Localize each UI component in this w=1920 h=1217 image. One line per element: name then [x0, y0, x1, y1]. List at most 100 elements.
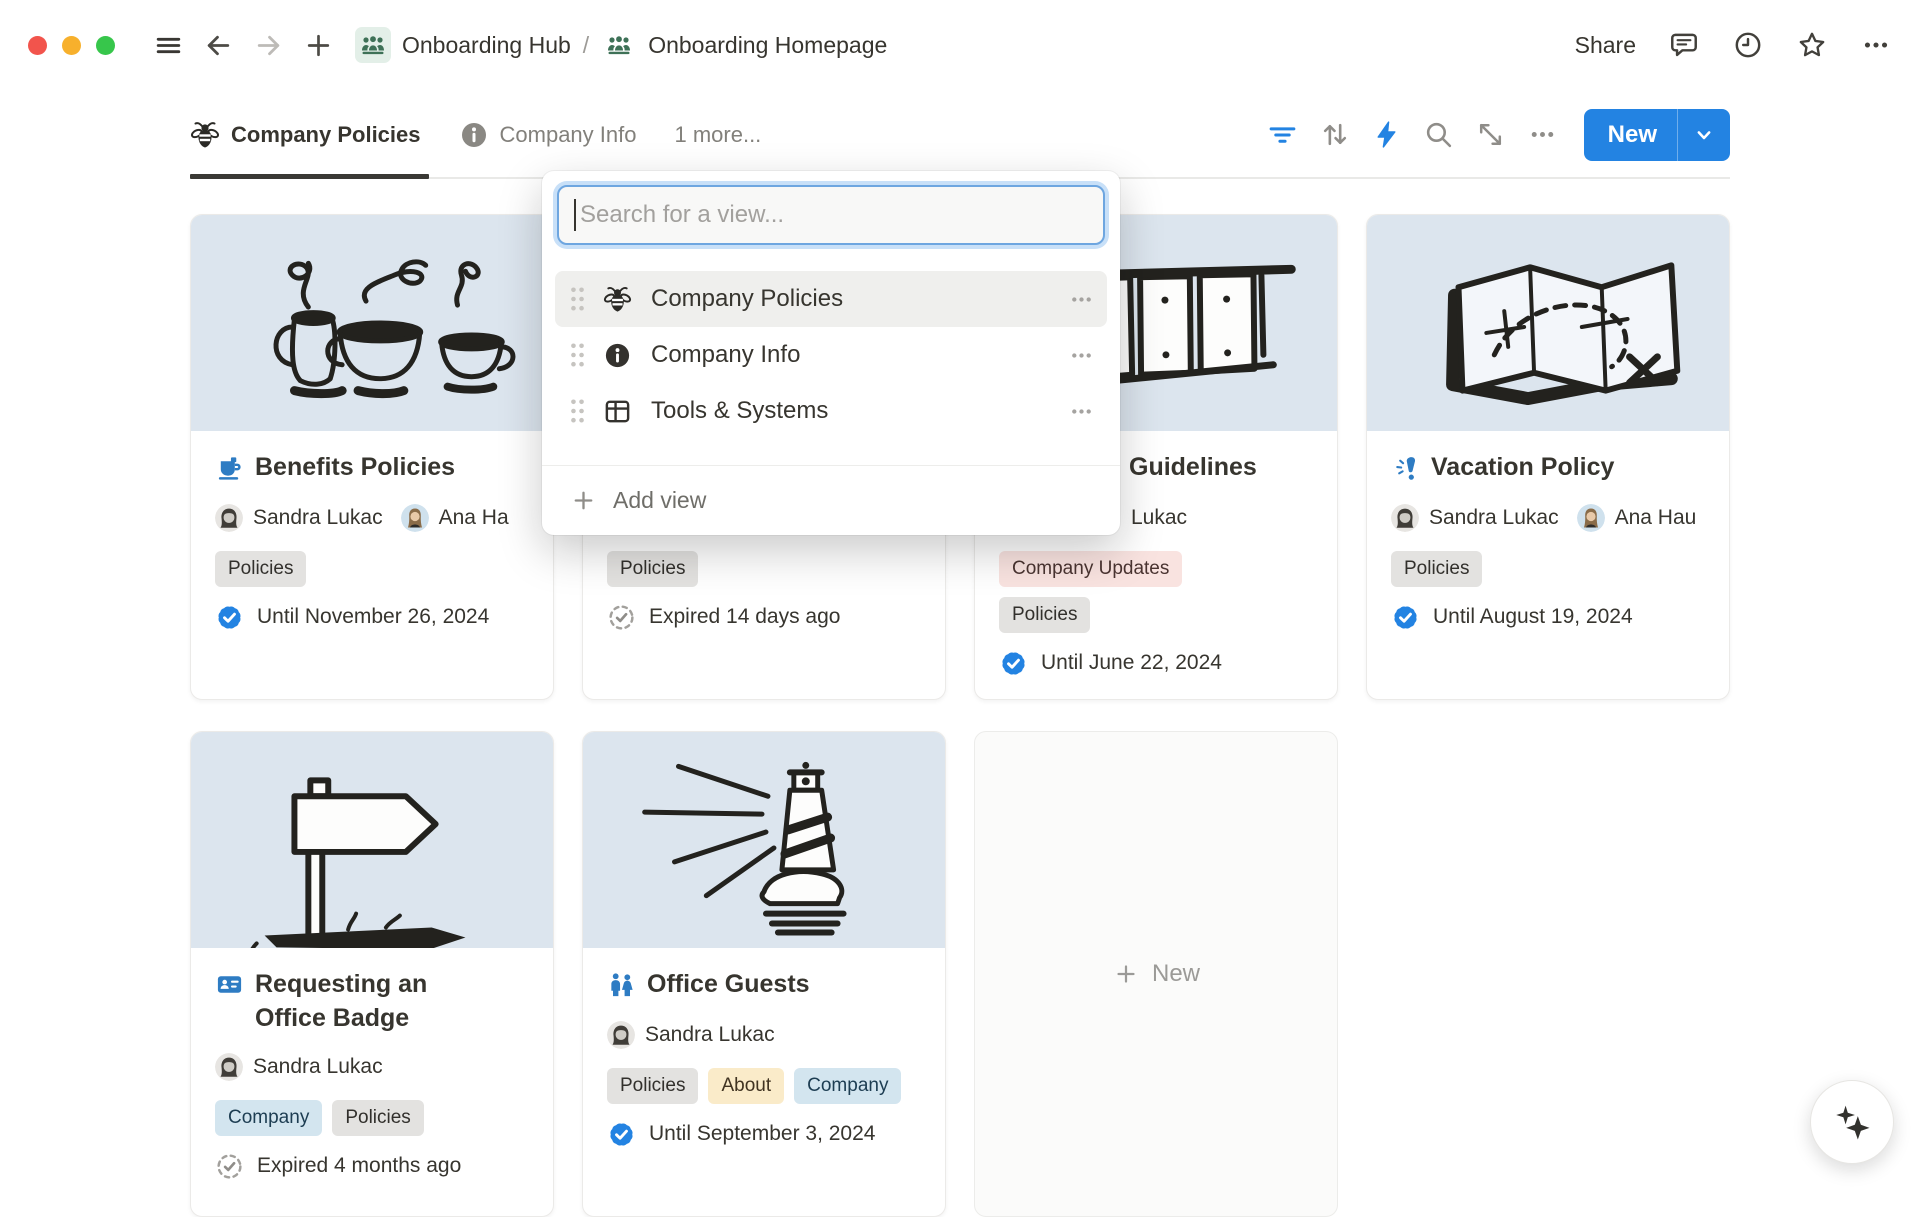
- bee-icon: [190, 120, 220, 150]
- card-vacation-policy[interactable]: Vacation Policy Sandra LukacAna Hau Poli…: [1366, 214, 1730, 700]
- share-button[interactable]: Share: [1575, 32, 1636, 59]
- view-item-more-button[interactable]: [1068, 398, 1095, 425]
- close-window-button[interactable]: [28, 36, 47, 55]
- more-views-button[interactable]: 1 more...: [674, 122, 761, 148]
- card-status-row: Until June 22, 2024: [999, 649, 1222, 678]
- card-title: Vacation Policy: [1431, 450, 1614, 484]
- tag: Policies: [332, 1100, 423, 1136]
- breadcrumb-item-onboarding-hub[interactable]: Onboarding Hub: [355, 27, 571, 63]
- status-text: Until August 19, 2024: [1433, 605, 1633, 629]
- verified-badge-icon: [607, 1120, 636, 1149]
- expand-button[interactable]: [1468, 112, 1514, 158]
- tab-company-info[interactable]: Company Info: [459, 90, 637, 179]
- card-tags-row: CompanyPolicies: [215, 1100, 424, 1136]
- tab-label: Company Policies: [231, 122, 421, 148]
- plus-icon: [303, 30, 334, 61]
- add-view-button[interactable]: Add view: [542, 465, 1120, 535]
- chevron-down-icon: [1691, 122, 1717, 148]
- card-office-guests[interactable]: Office Guests Sandra Lukac Policies About…: [582, 731, 946, 1217]
- breadcrumb-label: Onboarding Homepage: [648, 32, 887, 59]
- team-icon: [604, 30, 634, 60]
- person-name: Sandra Lukac: [645, 1023, 775, 1047]
- avatar-sandra: [215, 1053, 243, 1081]
- drag-handle-icon[interactable]: [567, 396, 588, 426]
- card-title: Requesting an Office Badge: [255, 967, 490, 1035]
- team-icon: [601, 27, 637, 63]
- view-tabbar: Company Policies Company Info 1 more... …: [0, 90, 1920, 179]
- view-item-company-policies[interactable]: Company Policies: [555, 271, 1107, 327]
- view-search-input[interactable]: [557, 185, 1105, 245]
- card-tags-row: Policies: [607, 551, 698, 587]
- ai-assistant-button[interactable]: [1810, 1080, 1894, 1164]
- minimize-window-button[interactable]: [62, 36, 81, 55]
- card-cover-lighthouse-doodle: [583, 732, 945, 948]
- view-tabs: Company Policies Company Info 1 more...: [190, 90, 761, 179]
- status-text: Expired 14 days ago: [649, 605, 840, 629]
- tag: Policies: [607, 1068, 698, 1104]
- view-item-company-info[interactable]: Company Info: [555, 327, 1107, 383]
- new-button[interactable]: New: [1584, 109, 1677, 161]
- sort-button[interactable]: [1312, 112, 1358, 158]
- breadcrumb-item-onboarding-homepage[interactable]: Onboarding Homepage: [601, 27, 887, 63]
- card-body: Benefits Policies Sandra LukacAna Ha Pol…: [191, 431, 553, 646]
- drag-handle-icon[interactable]: [567, 340, 588, 370]
- more-icon: [1068, 286, 1095, 313]
- back-button[interactable]: [197, 24, 239, 66]
- coffee-mug-icon: [215, 453, 244, 482]
- hamburger-icon: [153, 30, 184, 61]
- view-item-more-button[interactable]: [1068, 342, 1095, 369]
- view-item-tools-systems[interactable]: Tools & Systems: [555, 383, 1107, 439]
- people-icon: [607, 970, 636, 999]
- comments-button[interactable]: [1668, 29, 1700, 61]
- forward-arrow-icon: [253, 30, 284, 61]
- text-caret: [574, 199, 576, 231]
- bolt-icon: [1371, 119, 1402, 150]
- info-icon: [603, 341, 632, 370]
- view-item-more-button[interactable]: [1068, 286, 1095, 313]
- view-more-button[interactable]: [1520, 112, 1566, 158]
- breadcrumb-label: Onboarding Hub: [402, 32, 571, 59]
- favorite-button[interactable]: [1796, 29, 1828, 61]
- tab-company-policies[interactable]: Company Policies: [190, 90, 421, 179]
- new-button-dropdown[interactable]: [1677, 109, 1730, 161]
- card-people-row: Sandra Lukac: [607, 1018, 783, 1052]
- more-icon: [1068, 398, 1095, 425]
- card-benefits-policies[interactable]: Benefits Policies Sandra LukacAna Ha Pol…: [190, 214, 554, 700]
- traffic-lights: [28, 36, 115, 55]
- card-body: Requesting an Office Badge Sandra Lukac …: [191, 948, 553, 1195]
- automations-button[interactable]: [1364, 112, 1410, 158]
- card-tags-row: Policies About Company: [607, 1068, 901, 1104]
- tag: About: [708, 1068, 784, 1104]
- card-title-row: Office Guests: [607, 967, 810, 1003]
- tag: Policies: [607, 551, 698, 587]
- plus-icon: [1112, 960, 1140, 988]
- card-office-badge[interactable]: Requesting an Office Badge Sandra Lukac …: [190, 731, 554, 1217]
- new-item-card[interactable]: New: [974, 731, 1338, 1217]
- tag: Policies: [1391, 551, 1482, 587]
- view-item-label: Company Info: [651, 341, 1060, 369]
- tag: Company: [794, 1068, 901, 1104]
- history-button[interactable]: [1732, 29, 1764, 61]
- sidebar-toggle-button[interactable]: [147, 24, 189, 66]
- filter-button[interactable]: [1260, 112, 1306, 158]
- avatar-sandra: [1391, 504, 1419, 532]
- new-page-button[interactable]: [297, 24, 339, 66]
- person-name: Ana Ha: [439, 506, 509, 530]
- zoom-window-button[interactable]: [96, 36, 115, 55]
- avatar-sandra: [215, 504, 243, 532]
- view-actions: New: [1260, 109, 1730, 161]
- sparkles-icon: [1831, 1101, 1873, 1143]
- card-tags-row: Policies: [1391, 551, 1482, 587]
- view-item-label: Tools & Systems: [651, 397, 1060, 425]
- avatar-sandra: [607, 1021, 635, 1049]
- card-status-row: Expired 14 days ago: [607, 603, 840, 632]
- forward-button[interactable]: [247, 24, 289, 66]
- card-tags-row: Policies: [215, 551, 306, 587]
- card-cover-map-doodle: [1367, 215, 1729, 431]
- window-titlebar: Onboarding Hub / Onboarding Homepage Sha…: [0, 0, 1920, 90]
- drag-handle-icon[interactable]: [567, 284, 588, 314]
- verified-badge-icon: [1391, 603, 1420, 632]
- search-button[interactable]: [1416, 112, 1462, 158]
- card-people-row: Sandra Lukac: [215, 1050, 391, 1084]
- more-options-button[interactable]: [1860, 29, 1892, 61]
